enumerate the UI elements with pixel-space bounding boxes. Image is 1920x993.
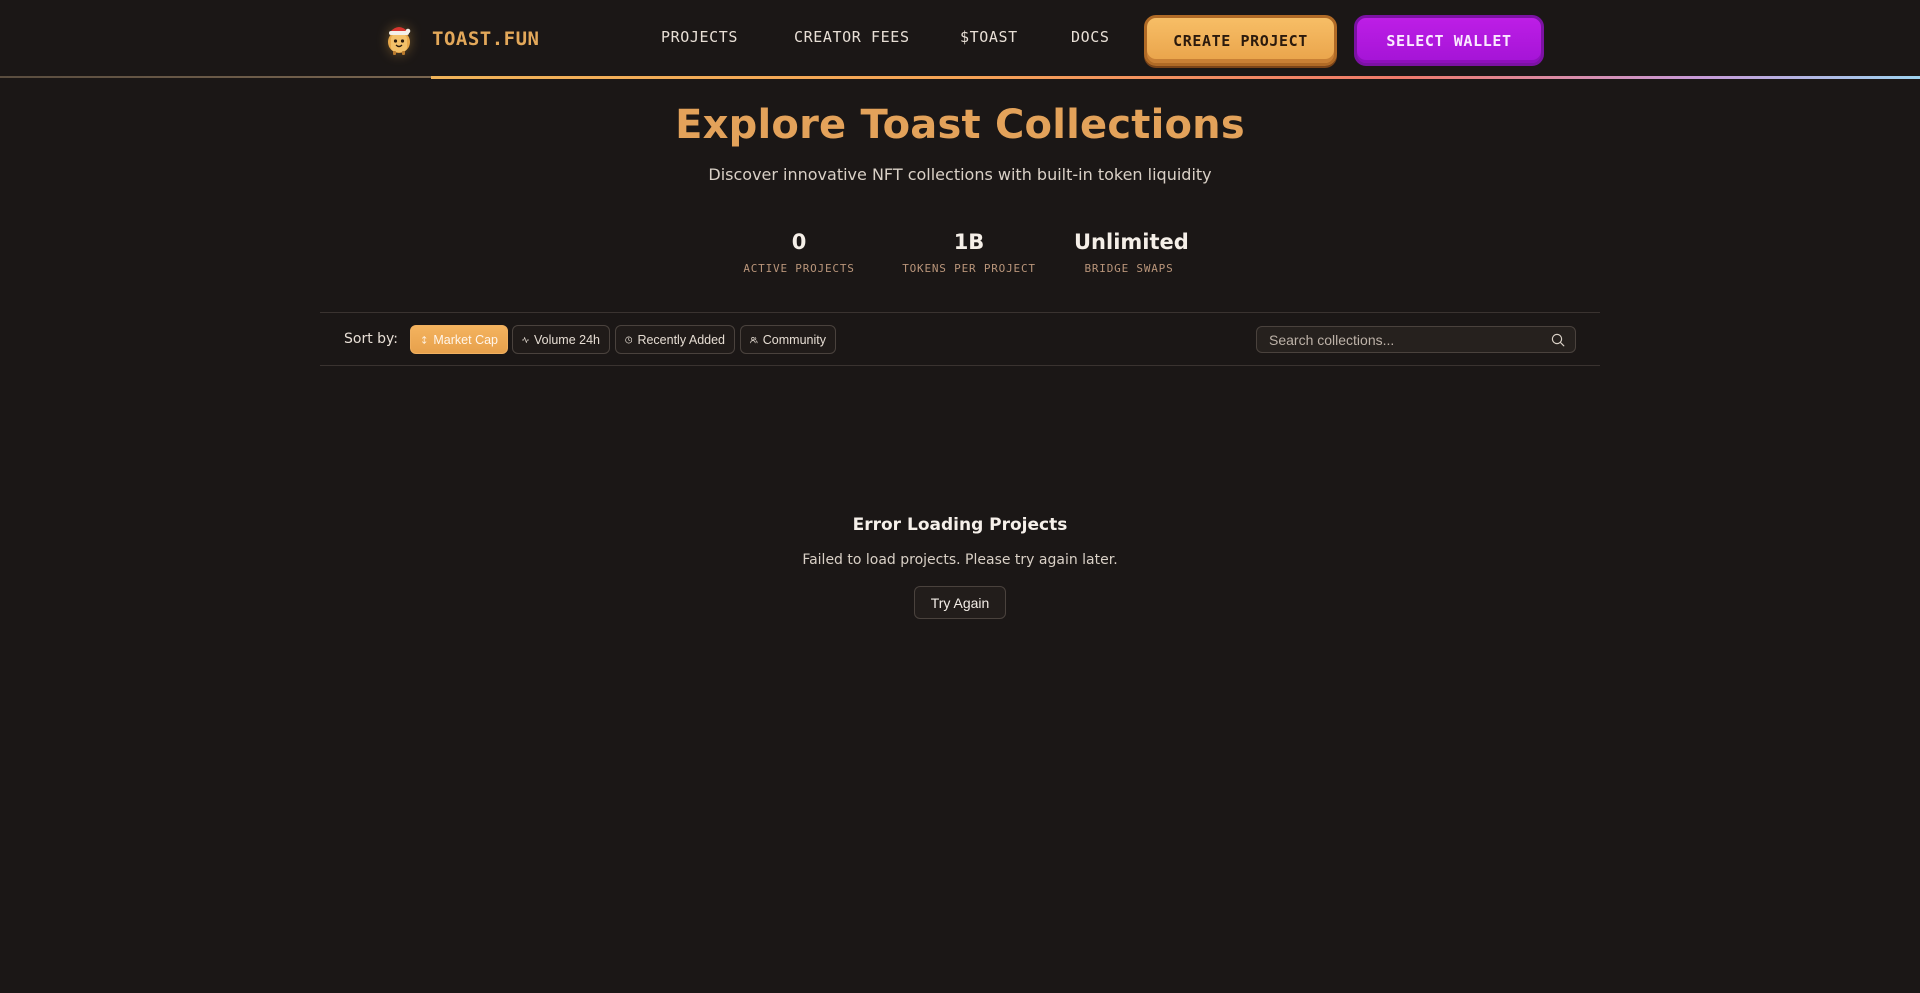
sort-market-cap-button[interactable]: Market Cap <box>410 325 508 354</box>
nav-docs[interactable]: DOCS <box>1071 28 1110 46</box>
sort-community-button[interactable]: Community <box>740 325 836 354</box>
activity-icon <box>522 336 529 343</box>
select-wallet-button[interactable]: SELECT WALLET <box>1354 15 1544 66</box>
chip-label: Recently Added <box>637 332 725 347</box>
nav-creator-fees[interactable]: CREATOR FEES <box>794 28 910 46</box>
nav-toast-token[interactable]: $TOAST <box>960 28 1018 46</box>
nav-projects[interactable]: PROJECTS <box>661 28 738 46</box>
stat-active-projects: 0 ACTIVE PROJECTS <box>728 230 870 275</box>
error-message: Failed to load projects. Please try agai… <box>802 552 1118 568</box>
stat-label: TOKENS PER PROJECT <box>902 262 1036 275</box>
toast-mascot-icon <box>380 20 418 58</box>
stat-label: BRIDGE SWAPS <box>1084 262 1174 275</box>
arrow-up-down-icon <box>422 335 427 344</box>
try-again-button[interactable]: Try Again <box>914 586 1006 619</box>
stat-value: 1B <box>953 230 985 254</box>
sort-recently-added-button[interactable]: Recently Added <box>615 325 735 354</box>
sort-label: Sort by: <box>344 331 399 347</box>
create-project-button[interactable]: CREATE PROJECT <box>1144 15 1337 66</box>
chip-label: Volume 24h <box>533 332 600 347</box>
brand-name: TOAST.FUN <box>432 28 540 50</box>
header-gradient-line <box>431 76 1920 79</box>
search-box <box>1256 326 1576 353</box>
chip-label: Market Cap <box>433 332 498 347</box>
stat-bridge-swaps: Unlimited BRIDGE SWAPS <box>1074 230 1189 275</box>
users-icon <box>750 336 758 343</box>
brand-logo-link[interactable]: TOAST.FUN <box>380 20 539 58</box>
chip-label: Community <box>762 332 826 347</box>
search-icon[interactable] <box>1551 333 1565 347</box>
page-subtitle: Discover innovative NFT collections with… <box>708 165 1212 184</box>
stat-label: ACTIVE PROJECTS <box>743 262 855 275</box>
error-title: Error Loading Projects <box>852 515 1068 535</box>
top-header: TOAST.FUN PROJECTS CREATOR FEES $TOAST D… <box>0 0 1920 79</box>
stat-value: 0 <box>791 230 807 254</box>
header-divider <box>0 76 431 78</box>
clock-icon <box>625 336 633 343</box>
sort-toolbar: Sort by: Market Cap Volume 24h Recently … <box>320 312 1600 366</box>
page-title: Explore Toast Collections <box>675 102 1245 148</box>
search-input[interactable] <box>1257 327 1547 352</box>
stat-tokens-per-project: 1B TOKENS PER PROJECT <box>893 230 1045 275</box>
sort-volume-button[interactable]: Volume 24h <box>512 325 610 354</box>
stat-value: Unlimited <box>1074 230 1189 254</box>
